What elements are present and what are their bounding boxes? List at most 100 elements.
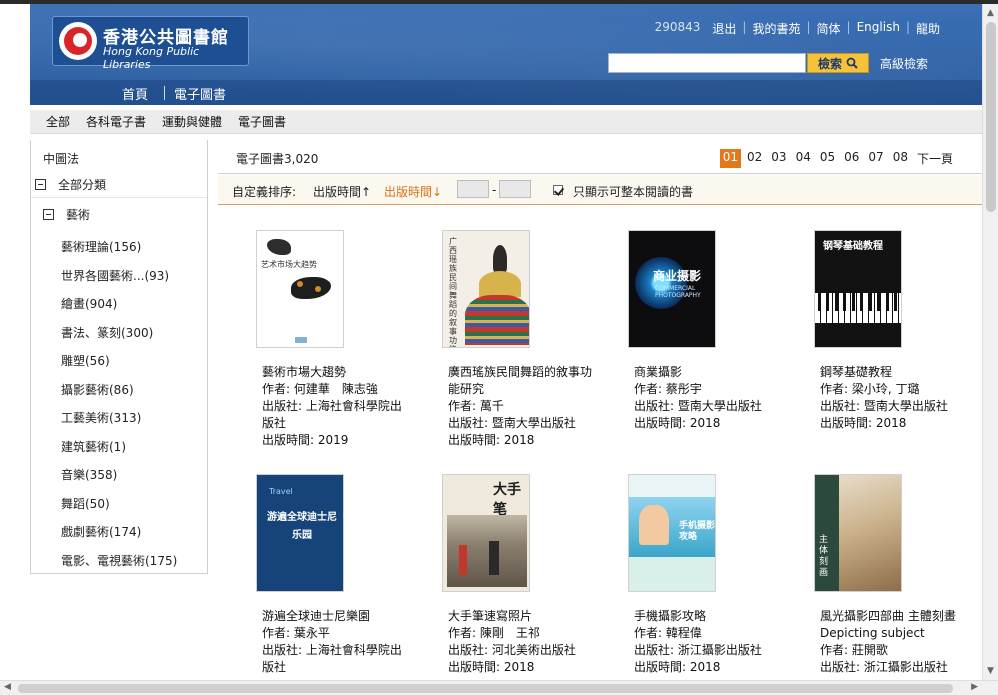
book-publisher: 出版社: 暨南大學出版社: [634, 399, 762, 413]
page-link[interactable]: 01: [719, 149, 742, 168]
book-date: 出版時間: 2018: [820, 416, 907, 430]
book-cover[interactable]: 钢琴基础教程: [814, 230, 902, 348]
cover-title-text: 游遍全球迪士尼乐园: [267, 512, 337, 541]
header-nav: 首頁 電子圖書: [30, 80, 982, 105]
search-input[interactable]: [608, 53, 806, 73]
sort-date-descending[interactable]: 出版時間↓: [384, 183, 442, 200]
book-cover[interactable]: 手机摄影攻略: [628, 474, 716, 592]
advanced-search-link[interactable]: 高級檢索: [880, 55, 928, 72]
art-category-row[interactable]: 藝術: [31, 201, 207, 227]
book-info: 大手筆速寫照片 作者: 陳剛 王祁 出版社: 河北美術出版社 出版時間: 201…: [448, 608, 596, 676]
sidebar-category-item[interactable]: 藝術理論(156): [61, 238, 141, 255]
sidebar-category-item[interactable]: 攝影藝術(86): [61, 381, 134, 398]
horizontal-scroll-thumb[interactable]: [18, 684, 953, 693]
sidebar-category-item[interactable]: 繪畫(904): [61, 295, 117, 312]
page-link[interactable]: 03: [768, 149, 789, 168]
book-cover[interactable]: 艺术市场大趋势: [256, 230, 344, 348]
page-link[interactable]: 07: [865, 149, 886, 168]
next-page-link[interactable]: 下一頁: [914, 149, 956, 168]
book-title[interactable]: 藝術市場大趨勢: [262, 364, 410, 381]
sidebar-category-item[interactable]: 工藝美術(313): [61, 409, 141, 426]
book-cover[interactable]: 主体刻画: [814, 474, 902, 592]
page-link[interactable]: 08: [890, 149, 911, 168]
help-link[interactable]: 龍助: [910, 20, 946, 37]
english-link[interactable]: English: [851, 20, 906, 37]
sidebar-category-item[interactable]: 書法、篆刻(300): [61, 324, 153, 341]
full-read-checkbox[interactable]: [553, 185, 563, 195]
classification-title: 中圖法: [43, 152, 80, 166]
horizontal-scrollbar[interactable]: ◀ ▶: [0, 680, 998, 695]
page-link[interactable]: 04: [793, 149, 814, 168]
all-categories-row[interactable]: 全部分類: [31, 172, 207, 198]
year-from-input[interactable]: [457, 180, 489, 198]
sidebar-category-item[interactable]: 戲劇藝術(174): [61, 523, 141, 540]
sidebar-category-item[interactable]: 雕塑(56): [61, 352, 110, 369]
sidebar-category-item[interactable]: 建筑藝術(1): [61, 438, 126, 455]
sidebar-category-item[interactable]: 舞蹈(50): [61, 495, 110, 512]
collapse-icon[interactable]: [43, 208, 54, 220]
category-sidebar: 中圖法 全部分類 藝術 藝術理論(156) 世界各國藝術...(93) 繪畫(9…: [30, 140, 208, 574]
site-header: 香港公共圖書館 Hong Kong Public Libraries 29084…: [30, 4, 982, 105]
subnav-ebooks[interactable]: 電子圖書: [238, 113, 286, 130]
book-title[interactable]: 鋼琴基礎教程: [820, 364, 970, 381]
account-number: 290843: [654, 20, 701, 34]
scroll-up-icon[interactable]: ▲: [987, 8, 994, 18]
page-link[interactable]: 05: [817, 149, 838, 168]
vertical-scrollbar[interactable]: ▲ ▼: [982, 4, 998, 680]
year-to-input[interactable]: [499, 180, 531, 198]
subnav-all[interactable]: 全部: [46, 113, 70, 130]
book-title[interactable]: 手機攝影攻略: [634, 608, 782, 625]
book-info: 鋼琴基礎教程 作者: 梁小玲, 丁璐 出版社: 暨南大學出版社 出版時間: 20…: [820, 364, 970, 432]
cover-title-text: 大手笔: [493, 482, 521, 518]
book-publisher: 出版社: 浙江攝影出版社: [634, 643, 762, 657]
book-publisher: 出版社: 上海社會科學院出版社: [262, 399, 402, 430]
book-title[interactable]: 大手筆速寫照片: [448, 608, 596, 625]
search-button[interactable]: 檢索: [807, 53, 869, 73]
scroll-left-icon[interactable]: ◀: [4, 682, 11, 692]
book-title[interactable]: 風光攝影四部曲 主體刻畫 Depicting subject: [820, 608, 970, 642]
book-author: 作者: 陳剛 王祁: [448, 626, 540, 640]
page-link[interactable]: 06: [841, 149, 862, 168]
cover-title-text: 手机摄影攻略: [679, 521, 716, 542]
my-library-link[interactable]: 我的書苑: [746, 20, 806, 37]
book-cover[interactable]: 大手笔: [442, 474, 530, 592]
book-author: 作者: 葉永平: [262, 626, 330, 640]
cover-title-text: 艺术市场大趋势: [261, 260, 317, 269]
nav-divider: [164, 86, 165, 100]
book-cover[interactable]: 广西瑶族民间舞蹈的叙事功能研究: [442, 230, 530, 348]
cover-title-text: 钢琴基础教程: [823, 241, 883, 252]
subnav-subject-ebooks[interactable]: 各科電子書: [86, 113, 146, 130]
sort-date-ascending[interactable]: 出版時間↑: [313, 183, 371, 200]
library-logo[interactable]: 香港公共圖書館 Hong Kong Public Libraries: [52, 16, 249, 71]
sidebar-category-item[interactable]: 世界各國藝術...(93): [61, 267, 169, 284]
sort-label: 自定義排序:: [232, 185, 297, 199]
book-publisher: 出版社: 浙江攝影出版社: [820, 660, 948, 674]
book-info: 風光攝影四部曲 主體刻畫 Depicting subject 作者: 莊開歌 出…: [820, 608, 970, 676]
cover-title-text: 广西瑶族民间舞蹈的叙事功能研究: [449, 237, 457, 347]
vertical-scroll-thumb[interactable]: [986, 22, 996, 212]
scroll-right-icon[interactable]: ▶: [971, 682, 978, 692]
book-cover[interactable]: 商业摄影 COMMERCIAL PHOTOGRAPHY: [628, 230, 716, 348]
book-date: 出版時間: 2018: [634, 416, 721, 430]
all-categories-label: 全部分類: [58, 178, 107, 192]
book-author: 作者: 蔡彤宇: [634, 382, 702, 396]
category-subnav: 全部 各科電子書 運動與健體 電子圖書: [30, 110, 982, 134]
page-link[interactable]: 02: [744, 149, 765, 168]
book-title[interactable]: 游遍全球迪士尼樂園: [262, 608, 410, 625]
subnav-sports-fitness[interactable]: 運動與健體: [162, 113, 222, 130]
results-header: 電子圖書3,020 01 02 03 04 05 06 07 08 下一頁: [218, 140, 982, 174]
book-title[interactable]: 商業攝影: [634, 364, 782, 381]
sidebar-category-item[interactable]: 電影、電視藝術(175): [61, 552, 177, 569]
sidebar-category-item[interactable]: 音樂(358): [61, 466, 117, 483]
scroll-down-icon[interactable]: ▼: [987, 666, 994, 676]
logout-link[interactable]: 退出: [706, 20, 742, 37]
book-publisher: 出版社: 暨南大學出版社: [820, 399, 948, 413]
simplified-chinese-link[interactable]: 简体: [811, 20, 847, 37]
book-cover[interactable]: 游遍全球迪士尼乐园 Travel: [256, 474, 344, 592]
book-title[interactable]: 廣西瑤族民間舞蹈的敘事功能研究: [448, 364, 596, 398]
nav-home[interactable]: 首頁: [122, 84, 148, 103]
book-info: 商業攝影 作者: 蔡彤宇 出版社: 暨南大學出版社 出版時間: 2018: [634, 364, 782, 432]
book-date: 出版時間: 2019: [262, 433, 349, 447]
collapse-icon[interactable]: [35, 179, 46, 190]
nav-ebooks[interactable]: 電子圖書: [174, 84, 226, 103]
